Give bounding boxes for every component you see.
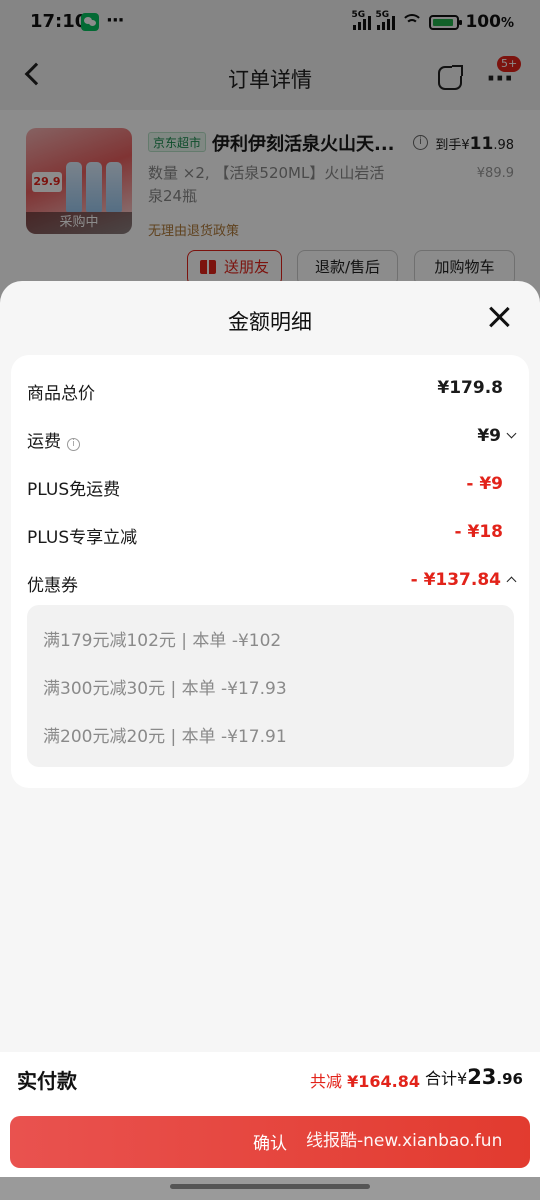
row-label: 优惠券 (27, 576, 78, 596)
row-label: 运费 i (27, 427, 80, 452)
actual-payment-label: 实付款 (17, 1069, 77, 1093)
total-amount: 合计¥23.96 (425, 1065, 523, 1089)
home-indicator[interactable] (170, 1184, 370, 1189)
row-label: 商品总价 (27, 384, 95, 404)
info-icon[interactable]: i (67, 438, 80, 451)
coupon-item: 满300元减30元 | 本单 -¥17.93 (43, 679, 287, 699)
sheet-title: 金额明细 (228, 310, 312, 334)
row-value: - ¥9 (466, 474, 503, 494)
coupon-list: 满179元减102元 | 本单 -¥102 满300元减30元 | 本单 -¥1… (27, 605, 514, 767)
row-coupon[interactable]: 优惠券 - ¥137.84 (11, 567, 529, 597)
amount-card: 商品总价 ¥179.8 运费 i ¥9 PLUS免运费 - ¥9 PLUS专享立减… (11, 355, 529, 788)
row-subtotal: 商品总价 ¥179.8 (11, 375, 529, 405)
chevron-down-icon[interactable] (506, 428, 517, 439)
amount-detail-sheet: 金额明细 商品总价 ¥179.8 运费 i ¥9 PLUS免运费 - ¥9 PLU… (0, 281, 540, 1200)
watermark: 线报酷-new.xianbao.fun (306, 1131, 503, 1151)
row-value: - ¥18 (454, 522, 503, 542)
total-saved: 共减 ¥164.84 (310, 1072, 420, 1091)
row-plus-free-shipping: PLUS免运费 - ¥9 (11, 471, 529, 501)
confirm-button[interactable]: 确认 线报酷-new.xianbao.fun (10, 1116, 530, 1168)
row-plus-discount: PLUS专享立减 - ¥18 (11, 519, 529, 549)
chevron-up-icon[interactable] (506, 576, 517, 587)
coupon-item: 满179元减102元 | 本单 -¥102 (43, 631, 282, 651)
row-label: PLUS免运费 (27, 480, 121, 500)
overlay-mask[interactable] (0, 0, 540, 300)
close-icon[interactable] (487, 305, 511, 329)
confirm-label: 确认 (253, 1134, 287, 1154)
row-shipping[interactable]: 运费 i ¥9 (11, 423, 529, 453)
coupon-item: 满200元减20元 | 本单 -¥17.91 (43, 727, 287, 747)
row-value: ¥9 (477, 426, 517, 446)
row-value: ¥179.8 (437, 378, 503, 398)
row-label: PLUS专享立减 (27, 528, 138, 548)
gesture-bar (0, 1177, 540, 1200)
row-value: - ¥137.84 (411, 570, 517, 590)
